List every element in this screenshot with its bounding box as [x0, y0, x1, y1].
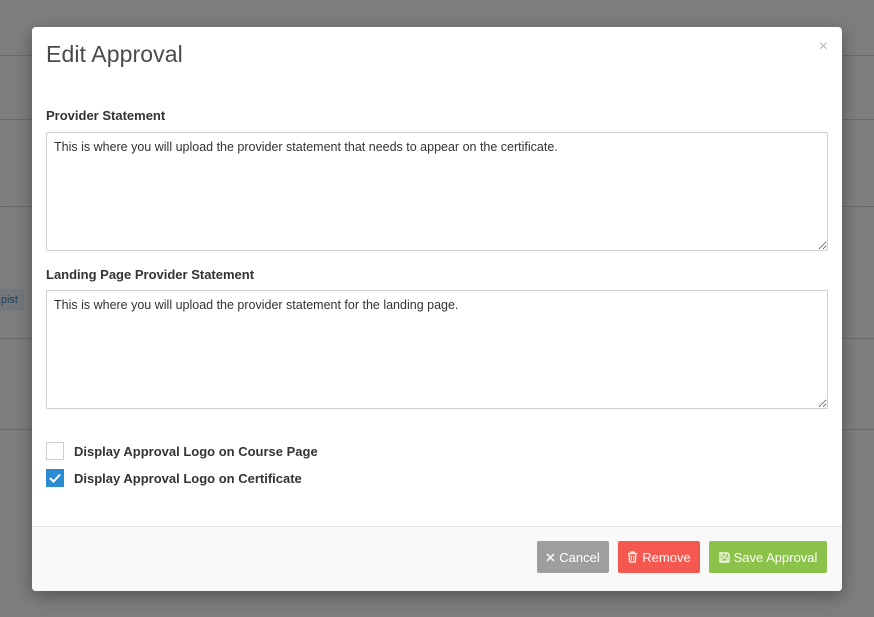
landing-statement-label: Landing Page Provider Statement: [46, 267, 255, 282]
course-page-logo-option[interactable]: Display Approval Logo on Course Page: [46, 441, 318, 461]
certificate-logo-label: Display Approval Logo on Certificate: [74, 470, 302, 486]
course-page-logo-checkbox[interactable]: [46, 442, 64, 460]
remove-label: Remove: [642, 549, 691, 565]
certificate-logo-checkbox[interactable]: [46, 469, 64, 487]
provider-statement-textarea[interactable]: This is where you will upload the provid…: [46, 132, 828, 251]
save-icon: [718, 551, 730, 563]
remove-button[interactable]: Remove: [618, 541, 700, 573]
cancel-label: Cancel: [559, 549, 600, 565]
modal-title: Edit Approval: [46, 41, 183, 67]
cancel-button[interactable]: Cancel: [537, 541, 609, 573]
checkmark-icon: [49, 473, 61, 483]
save-approval-button[interactable]: Save Approval: [709, 541, 827, 573]
trash-icon: [627, 551, 638, 563]
modal-footer: Cancel Remove Save Approval: [32, 526, 842, 591]
landing-statement-textarea[interactable]: This is where you will upload the provid…: [46, 290, 828, 409]
save-approval-label: Save Approval: [733, 549, 818, 565]
certificate-logo-option[interactable]: Display Approval Logo on Certificate: [46, 468, 302, 488]
course-page-logo-label: Display Approval Logo on Course Page: [74, 443, 318, 459]
x-icon: [546, 552, 555, 562]
edit-approval-modal: Edit Approval × Provider Statement This …: [32, 27, 842, 591]
close-icon[interactable]: ×: [819, 39, 828, 55]
provider-statement-label: Provider Statement: [46, 108, 166, 123]
